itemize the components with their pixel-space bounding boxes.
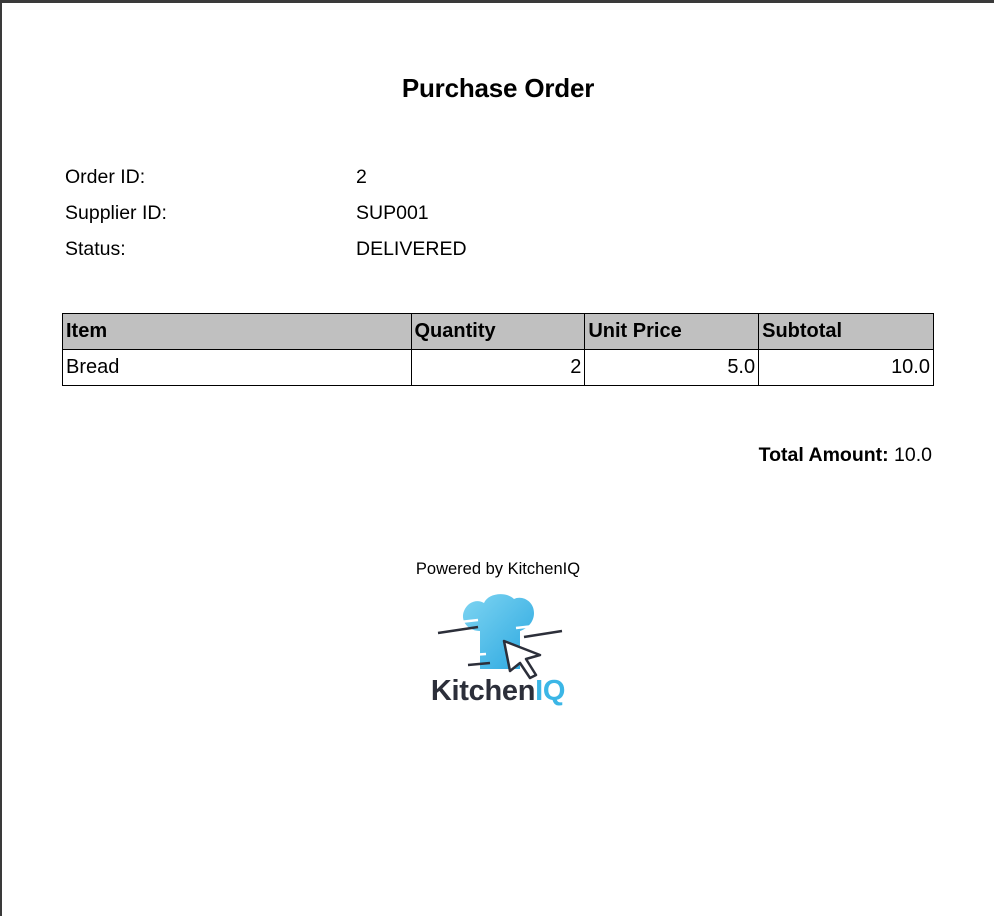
meta-label: Order ID: [65,166,146,188]
meta-row-order-id: Order ID: 2 [65,166,367,189]
logo-wordmark: KitchenIQ [420,675,576,708]
logo-word-accent: IQ [535,675,566,707]
chef-hat-cursor-icon [437,594,563,680]
meta-row-supplier-id: Supplier ID: SUP001 [65,202,429,225]
cell-unit-price: 5.0 [584,349,760,386]
meta-value: 2 [356,166,367,188]
total-value: 10.0 [894,444,932,466]
total-amount: Total Amount: 10.0 [759,444,932,467]
meta-value: DELIVERED [356,238,467,260]
document-page: Purchase Order Order ID: 2 Supplier ID: … [2,3,994,916]
kitcheniq-logo: KitchenIQ [420,591,576,713]
cell-subtotal: 10.0 [758,349,934,386]
meta-value: SUP001 [356,202,429,224]
cell-quantity: 2 [410,349,586,386]
column-header-item: Item [62,313,412,350]
table-header-row: Item Quantity Unit Price Subtotal [62,313,934,350]
table-row: Bread 2 5.0 10.0 [62,349,934,386]
powered-by-text: Powered by KitchenIQ [415,560,581,578]
cell-item: Bread [62,349,412,386]
column-header-subtotal: Subtotal [758,313,934,350]
column-header-quantity: Quantity [410,313,586,350]
page-title: Purchase Order [401,73,595,103]
total-label: Total Amount: [758,444,889,466]
order-items-table: Item Quantity Unit Price Subtotal Bread … [62,313,934,386]
meta-label: Status: [65,238,126,260]
meta-row-status: Status: DELIVERED [65,238,467,261]
column-header-unit-price: Unit Price [584,313,760,350]
logo-word-main: Kitchen [430,675,536,707]
meta-label: Supplier ID: [65,202,167,224]
